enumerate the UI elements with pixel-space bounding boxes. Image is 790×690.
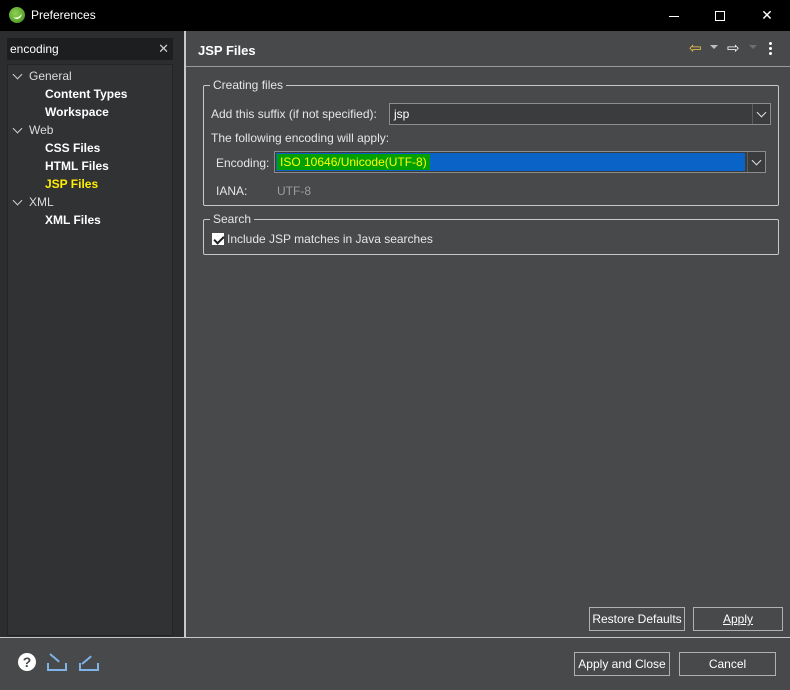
tree-item-workspace[interactable]: Workspace	[8, 103, 172, 121]
view-menu-icon[interactable]	[769, 42, 772, 56]
tree-item-label: XML Files	[45, 213, 101, 227]
preference-page: JSP Files ⇦ ⇨ Creating files Add this su…	[186, 31, 790, 637]
restore-defaults-button[interactable]: Restore Defaults	[589, 607, 685, 631]
tree-item-label: Workspace	[45, 105, 109, 119]
title-bar: Preferences ✕	[0, 0, 790, 31]
tree-item-label: JSP Files	[45, 177, 99, 191]
tree-item-web[interactable]: Web	[8, 121, 172, 139]
forward-arrow-icon[interactable]: ⇨	[727, 41, 740, 57]
tree-item-jsp-files[interactable]: JSP Files	[8, 175, 172, 193]
include-jsp-checkbox[interactable]	[212, 233, 224, 245]
export-icon[interactable]	[78, 653, 100, 671]
preferences-navigation: ✕ General Content Types Workspace Web CS…	[0, 31, 185, 637]
preferences-tree: General Content Types Workspace Web CSS …	[7, 64, 173, 636]
chevron-down-icon[interactable]	[12, 195, 23, 206]
iana-value: UTF-8	[277, 184, 311, 198]
app-icon	[9, 7, 25, 23]
tree-item-label: Content Types	[45, 87, 128, 101]
dialog-button-bar: ? Apply and Close Cancel	[0, 638, 790, 690]
cancel-button[interactable]: Cancel	[679, 652, 776, 676]
page-header: JSP Files ⇦ ⇨	[186, 31, 790, 67]
tree-item-xml[interactable]: XML	[8, 193, 172, 211]
encoding-label: Encoding:	[216, 156, 270, 170]
filter-input[interactable]	[10, 40, 155, 58]
encoding-note: The following encoding will apply:	[211, 131, 390, 145]
include-jsp-label[interactable]: Include JSP matches in Java searches	[227, 232, 433, 246]
import-icon[interactable]	[46, 653, 68, 671]
maximize-button[interactable]	[697, 0, 743, 31]
suffix-combo[interactable]: jsp	[389, 103, 771, 125]
clear-filter-icon[interactable]: ✕	[158, 41, 169, 57]
tree-item-label: XML	[29, 195, 54, 209]
tree-item-css-files[interactable]: CSS Files	[8, 139, 172, 157]
suffix-value: jsp	[394, 107, 410, 121]
tree-item-xml-files[interactable]: XML Files	[8, 211, 172, 229]
tree-item-label: CSS Files	[45, 141, 101, 155]
chevron-down-icon[interactable]	[752, 104, 770, 124]
minimize-button[interactable]	[651, 0, 697, 31]
filter-field[interactable]: ✕	[7, 38, 173, 60]
maximize-icon	[715, 11, 725, 22]
tree-item-html-files[interactable]: HTML Files	[8, 157, 172, 175]
iana-label: IANA:	[216, 184, 248, 198]
search-group: Search Include JSP matches in Java searc…	[203, 212, 779, 255]
apply-label: Apply	[722, 612, 754, 626]
suffix-label: Add this suffix (if not specified):	[211, 107, 377, 121]
help-icon[interactable]: ?	[18, 653, 36, 671]
back-dropdown-icon[interactable]	[710, 45, 718, 49]
chevron-down-icon[interactable]	[747, 152, 765, 172]
encoding-selection: ISO 10646/Unicode(UTF-8)	[276, 153, 745, 171]
apply-and-close-button[interactable]: Apply and Close	[574, 652, 670, 676]
encoding-value: ISO 10646/Unicode(UTF-8)	[277, 154, 430, 170]
chevron-down-icon[interactable]	[12, 123, 23, 134]
tree-item-label: HTML Files	[45, 159, 109, 173]
tree-item-content-types[interactable]: Content Types	[8, 85, 172, 103]
window-title: Preferences	[31, 8, 96, 22]
chevron-down-icon[interactable]	[12, 69, 23, 80]
encoding-combo[interactable]: ISO 10646/Unicode(UTF-8)	[274, 151, 766, 173]
minimize-icon	[669, 15, 679, 17]
close-button[interactable]: ✕	[744, 0, 790, 31]
tree-item-label: General	[29, 69, 72, 83]
tree-item-general[interactable]: General	[8, 67, 172, 85]
close-icon: ✕	[761, 7, 773, 23]
page-title: JSP Files	[198, 43, 256, 58]
group-title: Search	[210, 212, 255, 226]
back-arrow-icon[interactable]: ⇦	[689, 41, 702, 57]
creating-files-group: Creating files Add this suffix (if not s…	[203, 78, 779, 206]
apply-button[interactable]: Apply	[693, 607, 783, 631]
group-title: Creating files	[210, 78, 287, 92]
forward-dropdown-icon[interactable]	[749, 45, 757, 49]
tree-item-label: Web	[29, 123, 54, 137]
